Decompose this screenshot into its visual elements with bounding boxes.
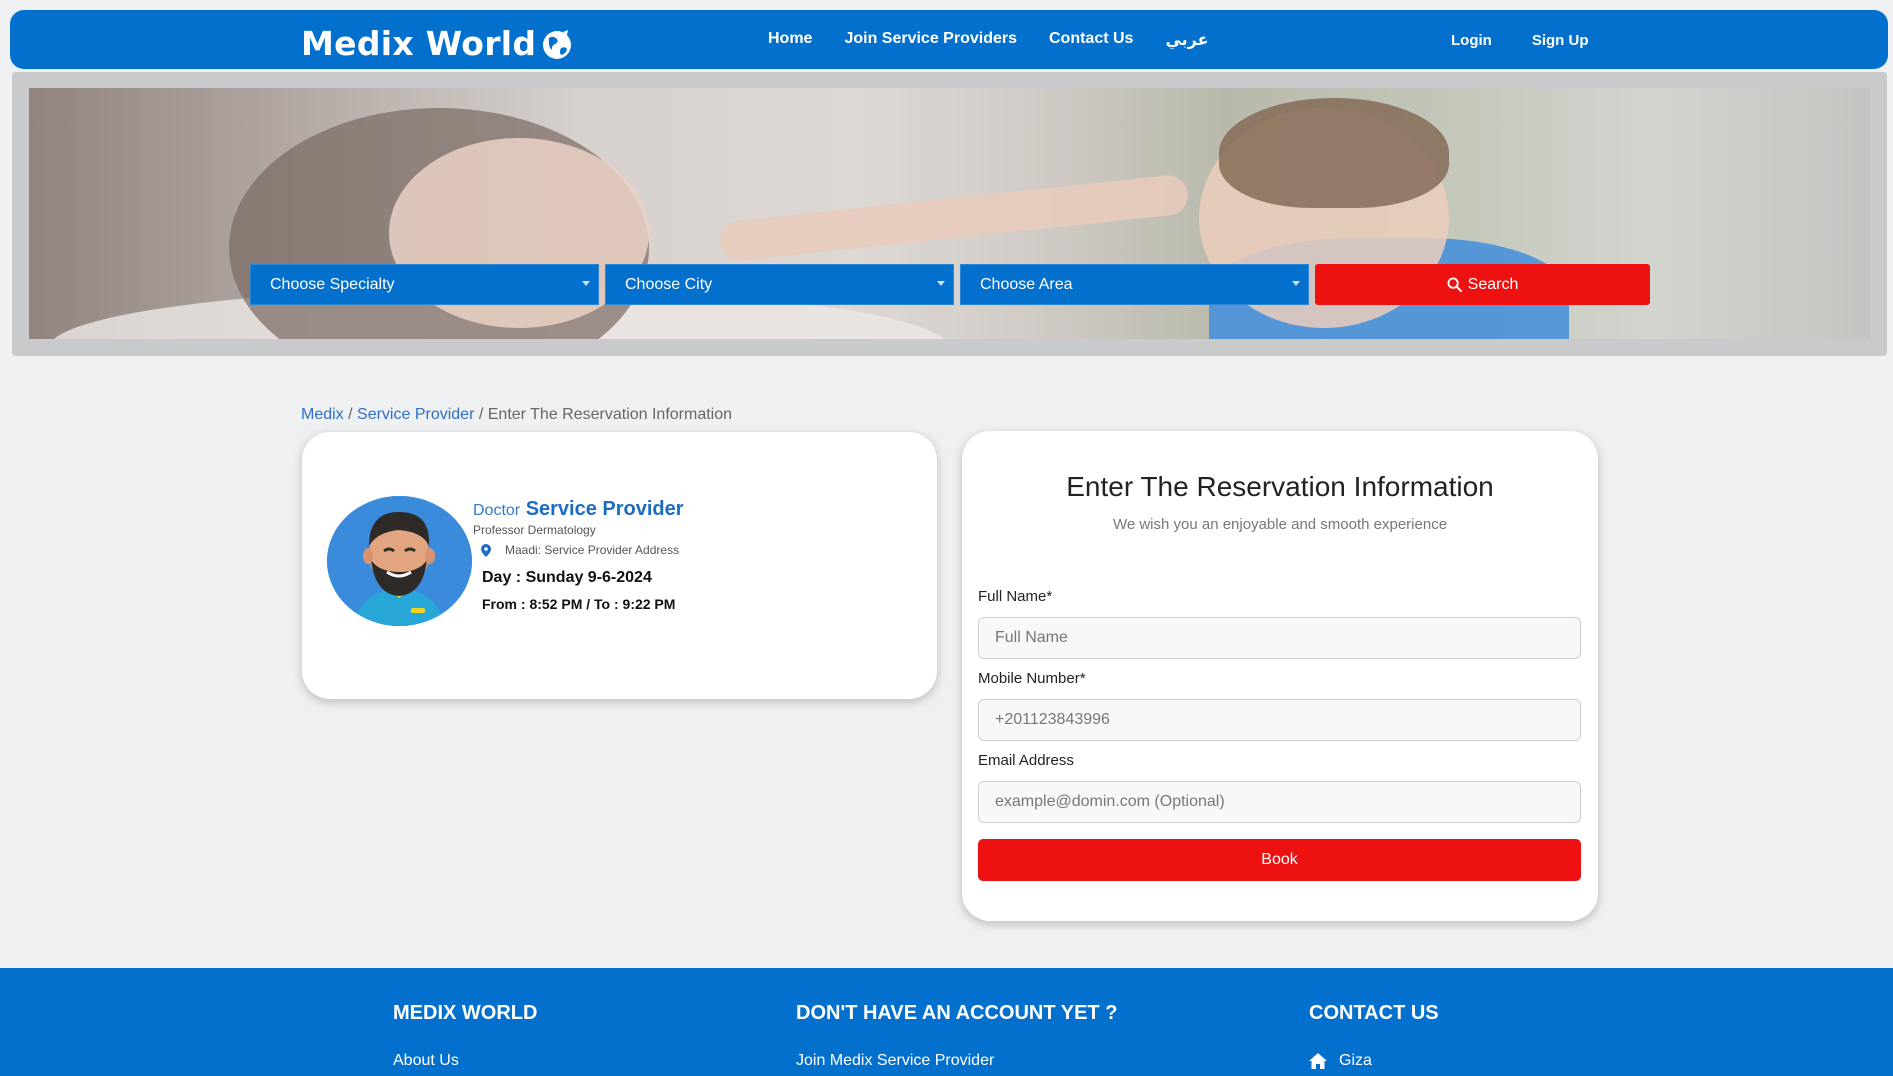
home-icon: [1309, 1053, 1327, 1069]
specialty-select[interactable]: Choose Specialty: [250, 264, 599, 305]
email-label: Email Address: [978, 752, 1074, 769]
contact-location: Giza: [1309, 1052, 1439, 1070]
breadcrumb-provider-link[interactable]: Service Provider: [357, 406, 474, 423]
auth-links: Login Sign Up: [1451, 32, 1589, 49]
nav-home-link[interactable]: Home: [768, 30, 812, 50]
provider-address: Maadi: Service Provider Address: [473, 543, 684, 557]
search-button[interactable]: Search: [1315, 264, 1650, 305]
hero-section: [12, 72, 1887, 356]
join-provider-link[interactable]: Join Medix Service Provider: [796, 1052, 1117, 1070]
search-button-label: Search: [1467, 275, 1519, 293]
provider-title: Doctor Service Provider: [473, 498, 684, 521]
logo-text: Medix World: [301, 24, 537, 63]
form-subtitle: We wish you an enjoyable and smooth expe…: [1112, 516, 1448, 533]
globe-icon: [543, 29, 572, 59]
mobile-field[interactable]: [978, 699, 1581, 741]
breadcrumb-current: Enter The Reservation Information: [487, 406, 733, 423]
appointment-day: Day : Sunday 9-6-2024: [482, 569, 652, 586]
book-button[interactable]: Book: [978, 839, 1581, 881]
breadcrumb: Medix / Service Provider / Enter The Res…: [301, 406, 732, 424]
chevron-down-icon: [937, 281, 945, 286]
site-logo[interactable]: Medix World: [301, 24, 575, 63]
breadcrumb-separator: /: [343, 406, 358, 423]
main-nav: Home Join Service Providers Contact Us ع…: [768, 30, 1209, 50]
about-us-link[interactable]: About Us: [393, 1052, 537, 1070]
email-field[interactable]: [978, 781, 1581, 823]
specialty-select-value: Choose Specialty: [270, 276, 395, 293]
reservation-form-card: Enter The Reservation Information We wis…: [962, 431, 1598, 921]
chevron-down-icon: [1292, 281, 1300, 286]
provider-card: Doctor Service Provider Professor Dermat…: [302, 432, 937, 699]
footer-col-medix: MEDIX WORLD About Us: [393, 1002, 537, 1070]
nav-join-providers-link[interactable]: Join Service Providers: [844, 30, 1017, 50]
appointment-time: From : 8:52 PM / To : 9:22 PM: [482, 596, 676, 612]
breadcrumb-home-link[interactable]: Medix: [301, 406, 344, 423]
contact-location-text: Giza: [1339, 1052, 1372, 1069]
login-link[interactable]: Login: [1451, 32, 1492, 49]
provider-name[interactable]: Service Provider: [526, 498, 684, 520]
footer: MEDIX WORLD About Us DON'T HAVE AN ACCOU…: [0, 968, 1893, 1076]
footer-heading: MEDIX WORLD: [393, 1002, 538, 1024]
form-title: Enter The Reservation Information: [1066, 471, 1494, 502]
provider-prefix: Doctor: [473, 502, 521, 519]
search-bar: Choose Specialty Choose City Choose Area…: [250, 264, 1650, 305]
footer-heading: CONTACT US: [1309, 1002, 1439, 1024]
map-pin-icon: [481, 543, 491, 557]
provider-info: Doctor Service Provider Professor Dermat…: [473, 498, 684, 612]
avatar: [327, 496, 472, 626]
search-icon: [1447, 277, 1462, 292]
nav-language-link[interactable]: عربي: [1165, 30, 1208, 50]
top-navbar: Medix World Home Join Service Providers …: [10, 10, 1888, 69]
area-select[interactable]: Choose Area: [960, 264, 1309, 305]
provider-address-text: Maadi: Service Provider Address: [505, 543, 680, 557]
chevron-down-icon: [582, 281, 590, 286]
city-select[interactable]: Choose City: [605, 264, 954, 305]
signup-link[interactable]: Sign Up: [1532, 32, 1589, 49]
breadcrumb-separator: /: [474, 406, 488, 423]
footer-heading: DON'T HAVE AN ACCOUNT YET ?: [796, 1002, 1118, 1024]
full-name-label: Full Name*: [978, 588, 1053, 605]
area-select-value: Choose Area: [980, 276, 1073, 293]
mobile-label: Mobile Number*: [978, 670, 1086, 687]
nav-contact-link[interactable]: Contact Us: [1049, 30, 1133, 50]
city-select-value: Choose City: [625, 276, 713, 293]
full-name-field[interactable]: [978, 617, 1581, 659]
provider-specialty: Professor Dermatology: [473, 523, 596, 537]
footer-col-contact: CONTACT US Giza: [1309, 1002, 1439, 1070]
footer-col-account: DON'T HAVE AN ACCOUNT YET ? Join Medix S…: [796, 1002, 1117, 1070]
